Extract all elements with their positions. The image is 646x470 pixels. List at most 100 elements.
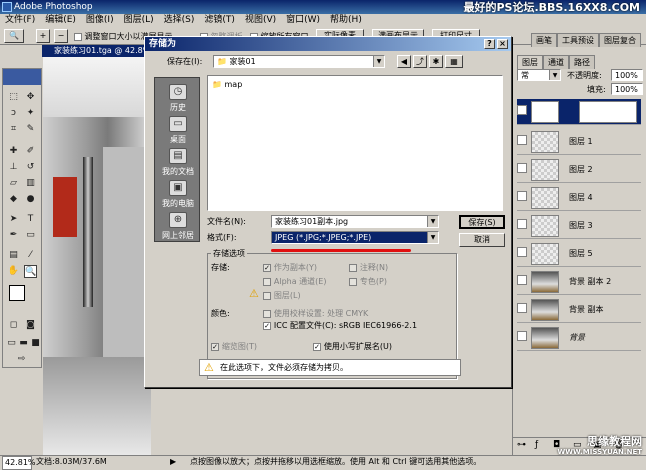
- place-desktop[interactable]: ▭ 桌面: [155, 116, 201, 145]
- menu-view[interactable]: 视图(V): [240, 14, 281, 27]
- crop-tool-icon[interactable]: ⌗: [7, 123, 20, 136]
- menu-window[interactable]: 窗口(W): [281, 14, 325, 27]
- back-icon[interactable]: ◀: [397, 55, 411, 68]
- type-tool-icon[interactable]: T: [24, 213, 37, 226]
- hand-tool-icon[interactable]: ✋: [7, 265, 20, 278]
- jump-to-imageready-icon[interactable]: ⇨: [15, 353, 28, 366]
- layer-row[interactable]: 背景 副本 2: [517, 269, 641, 295]
- slice-tool-icon[interactable]: ✎: [24, 123, 37, 136]
- pen-tool-icon[interactable]: ✒: [7, 229, 20, 242]
- lowercase-option[interactable]: 使用小写扩展名(U): [313, 342, 392, 352]
- layer-row[interactable]: 图层 2: [517, 157, 641, 183]
- icc-option[interactable]: ICC 配置文件(C): sRGB IEC61966-2.1: [263, 321, 417, 331]
- menu-edit[interactable]: 编辑(E): [40, 14, 81, 27]
- lasso-tool-icon[interactable]: ↄ: [7, 107, 20, 120]
- spot-option[interactable]: 专色(P): [349, 277, 387, 287]
- close-icon[interactable]: ×: [497, 39, 508, 49]
- dialog-title-bar[interactable]: 存储为 ? ×: [145, 37, 511, 51]
- eyedropper-icon[interactable]: ⁄: [24, 249, 37, 262]
- clone-stamp-icon[interactable]: ⊥: [7, 161, 20, 174]
- file-list[interactable]: 📁 map: [207, 75, 503, 211]
- status-arrow-icon[interactable]: ▶: [170, 456, 176, 468]
- view-menu-icon[interactable]: ▦: [445, 55, 463, 68]
- link-layers-icon[interactable]: ⊶: [517, 440, 526, 450]
- tab-brushes[interactable]: 画笔: [531, 33, 557, 47]
- cancel-button[interactable]: 取消: [459, 233, 505, 247]
- opacity-input[interactable]: 100%: [611, 69, 643, 81]
- path-selection-icon[interactable]: ➤: [7, 213, 20, 226]
- thumbnail-option[interactable]: 缩览图(T): [211, 342, 257, 352]
- visibility-toggle[interactable]: [517, 247, 527, 257]
- history-brush-icon[interactable]: ↺: [24, 161, 37, 174]
- layer-row[interactable]: 背景: [517, 325, 641, 351]
- place-my-documents[interactable]: ▤ 我的文档: [155, 148, 201, 177]
- visibility-toggle[interactable]: [517, 105, 527, 115]
- use-proof-option[interactable]: 使用校样设置: 处理 CMYK: [263, 309, 368, 319]
- blur-tool-icon[interactable]: ◆: [7, 193, 20, 206]
- tab-tool-presets[interactable]: 工具预设: [557, 33, 599, 47]
- fill-input[interactable]: 100%: [611, 83, 643, 95]
- help-icon[interactable]: ?: [484, 39, 495, 49]
- layer-row[interactable]: 背景 副本: [517, 297, 641, 323]
- layer-style-icon[interactable]: ƒ: [535, 440, 538, 450]
- marquee-tool-icon[interactable]: ⬚: [7, 91, 20, 104]
- tab-layers[interactable]: 图层: [517, 55, 543, 69]
- zoom-tool-icon[interactable]: 🔍: [24, 265, 37, 278]
- layers-option[interactable]: 图层(L): [263, 291, 301, 301]
- notes-tool-icon[interactable]: ▤: [7, 249, 20, 262]
- menu-filter[interactable]: 滤镜(T): [199, 14, 240, 27]
- layer-row[interactable]: 图层 5: [517, 241, 641, 267]
- menu-file[interactable]: 文件(F): [0, 14, 40, 27]
- visibility-toggle[interactable]: [517, 331, 527, 341]
- visibility-toggle[interactable]: [517, 135, 527, 145]
- filename-input[interactable]: 家装练习01副本.jpg ▼: [271, 215, 439, 228]
- menu-select[interactable]: 选择(S): [159, 14, 200, 27]
- layer-row[interactable]: 图层 1: [517, 129, 641, 155]
- blend-mode-select[interactable]: 常 ▼: [517, 69, 561, 81]
- shape-tool-icon[interactable]: ▭: [24, 229, 37, 242]
- save-in-select[interactable]: 📁 家装01 ▼: [213, 55, 385, 68]
- visibility-toggle[interactable]: [517, 191, 527, 201]
- screen-mode-full-icon[interactable]: ■: [29, 337, 42, 350]
- foreground-color-swatch[interactable]: [9, 285, 25, 301]
- gradient-tool-icon[interactable]: ▥: [24, 177, 37, 190]
- eraser-tool-icon[interactable]: ▱: [7, 177, 20, 190]
- canvas-title-bar[interactable]: 家装练习01.tga @ 42.8%: [42, 45, 152, 57]
- visibility-toggle[interactable]: [517, 163, 527, 173]
- menu-help[interactable]: 帮助(H): [325, 14, 367, 27]
- place-history[interactable]: ◷ 历史: [155, 84, 201, 113]
- visibility-toggle[interactable]: [517, 219, 527, 229]
- standard-mode-icon[interactable]: ◻: [7, 319, 20, 332]
- canvas-image[interactable]: [43, 57, 151, 455]
- dodge-tool-icon[interactable]: ●: [24, 193, 37, 206]
- zoom-in-button[interactable]: +: [36, 29, 50, 43]
- zoom-out-button[interactable]: −: [54, 29, 68, 43]
- move-tool-icon[interactable]: ✥: [24, 91, 37, 104]
- list-item[interactable]: 📁 map: [212, 80, 242, 89]
- new-folder-icon[interactable]: ✱: [429, 55, 443, 68]
- magic-wand-icon[interactable]: ✦: [24, 107, 37, 120]
- layer-row-selected[interactable]: [517, 99, 641, 125]
- up-folder-icon[interactable]: ⤴: [413, 55, 427, 68]
- tab-paths[interactable]: 路径: [569, 55, 595, 69]
- place-network[interactable]: ⊕ 网上邻居: [155, 212, 201, 241]
- zoom-tool-preset[interactable]: 🔍: [4, 29, 24, 43]
- menu-layer[interactable]: 图层(L): [119, 14, 159, 27]
- alpha-option[interactable]: Alpha 通道(E): [263, 277, 326, 287]
- brush-tool-icon[interactable]: ✐: [24, 145, 37, 158]
- healing-brush-icon[interactable]: ✚: [7, 145, 20, 158]
- menu-image[interactable]: 图像(I): [81, 14, 119, 27]
- layer-row[interactable]: 图层 4: [517, 185, 641, 211]
- resize-window-checkbox[interactable]: [74, 32, 82, 41]
- save-button[interactable]: 保存(S): [459, 215, 505, 229]
- format-select[interactable]: JPEG (*.JPG;*.JPEG;*.JPE) ▼: [271, 231, 439, 244]
- place-my-computer[interactable]: ▣ 我的电脑: [155, 180, 201, 209]
- quickmask-mode-icon[interactable]: ◙: [24, 319, 37, 332]
- visibility-toggle[interactable]: [517, 275, 527, 285]
- visibility-toggle[interactable]: [517, 303, 527, 313]
- as-copy-option[interactable]: 作为副本(Y): [263, 263, 317, 273]
- tab-layer-comps[interactable]: 图层复合: [599, 33, 641, 47]
- tab-channels[interactable]: 通道: [543, 55, 569, 69]
- layer-row[interactable]: 图层 3: [517, 213, 641, 239]
- annotations-option[interactable]: 注释(N): [349, 263, 388, 273]
